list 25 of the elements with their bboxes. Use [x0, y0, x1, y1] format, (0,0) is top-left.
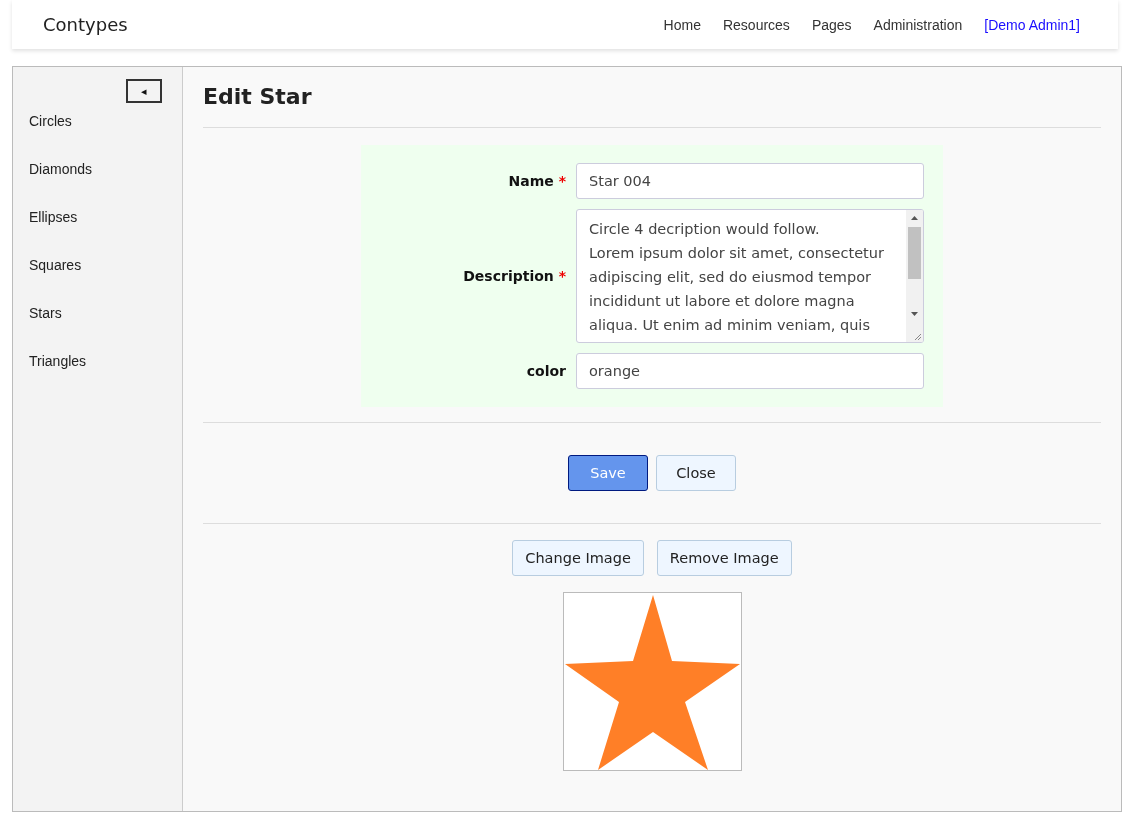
field-label: color: [526, 363, 566, 379]
description-field[interactable]: Circle 4 decription would follow. Lorem ipsum dolor sit amet, consectetur adipiscing elit, sed do eiusmod tempor incididunt ut labore et dolore magna aliqua. Ut enim ad minim veniam, quis: [576, 209, 924, 343]
field-label: Description: [463, 268, 554, 284]
sidebar-item[interactable]: Diamonds: [13, 161, 182, 209]
collapse-button[interactable]: ◂: [126, 79, 162, 103]
page-title: Edit Star: [203, 67, 1101, 128]
input-field[interactable]: orange: [576, 353, 924, 389]
action-button[interactable]: Close: [656, 455, 736, 491]
nav-link[interactable]: Resources: [722, 16, 790, 33]
nav-link[interactable]: Pages: [811, 16, 852, 33]
nav-link[interactable]: Administration: [873, 16, 963, 33]
image-action-button[interactable]: Change Image: [512, 540, 644, 576]
nav-link[interactable]: Home: [663, 16, 701, 33]
sidebar-item[interactable]: Circles: [13, 113, 182, 161]
required-marker: *: [558, 173, 566, 189]
sidebar-item[interactable]: Squares: [13, 257, 182, 305]
image-action-button[interactable]: Remove Image: [656, 540, 792, 576]
required-marker: *: [558, 268, 566, 284]
brand-title[interactable]: Contypes: [43, 14, 128, 35]
sidebar-item[interactable]: Ellipses: [13, 209, 182, 257]
field-label: Name: [508, 173, 554, 189]
sidebar-item[interactable]: Triangles: [13, 353, 182, 401]
sidebar-item[interactable]: Stars: [13, 305, 182, 353]
user-link[interactable]: [Demo Admin1]: [984, 16, 1080, 33]
input-field[interactable]: Star 004: [576, 163, 924, 199]
